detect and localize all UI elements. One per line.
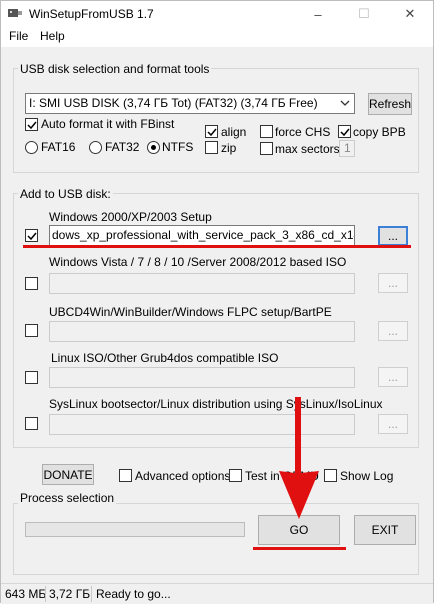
show-log-label: Show Log xyxy=(340,469,394,483)
entry-winxp-checkbox[interactable] xyxy=(25,229,38,242)
entry-winxp-browse-button[interactable]: ... xyxy=(378,226,408,246)
entry-syslinux-browse-button[interactable]: ... xyxy=(378,414,408,434)
entry-vista-path[interactable] xyxy=(49,273,355,294)
refresh-button[interactable]: Refresh xyxy=(368,93,412,115)
entry-linux-iso-checkbox[interactable] xyxy=(25,371,38,384)
show-log-checkbox[interactable] xyxy=(324,469,337,482)
test-qemu-checkbox[interactable] xyxy=(229,469,242,482)
entry-ubcd-browse-button[interactable]: ... xyxy=(378,321,408,341)
radio-selected-dot xyxy=(151,145,156,150)
close-icon: ✕ xyxy=(404,6,416,21)
exit-button[interactable]: EXIT xyxy=(354,515,416,545)
window-title: WinSetupFromUSB 1.7 xyxy=(29,7,154,21)
force-chs-label: force CHS xyxy=(275,125,331,139)
donate-button[interactable]: DONATE xyxy=(42,464,94,485)
red-underline-annotation xyxy=(23,245,411,248)
entry-ubcd-checkbox[interactable] xyxy=(25,324,38,337)
entry-vista-label: Windows Vista / 7 / 8 / 10 /Server 2008/… xyxy=(49,255,347,269)
max-sectors-label: max sectors xyxy=(275,142,340,156)
auto-format-checkbox[interactable] xyxy=(25,118,38,131)
copy-bpb-label: copy BPB xyxy=(353,125,406,139)
usb-disk-value: I: SMI USB DISK (3,74 ГБ Tot) (FAT32) (3… xyxy=(29,96,318,110)
status-bar: 643 МБ 3,72 ГБ Ready to go... xyxy=(1,583,433,604)
entry-ubcd-path[interactable] xyxy=(49,321,355,342)
menu-help[interactable]: Help xyxy=(40,29,65,43)
status-message: Ready to go... xyxy=(96,587,171,601)
close-button[interactable]: ✕ xyxy=(387,1,433,27)
fat32-radio[interactable] xyxy=(89,141,102,154)
entry-linux-iso-path[interactable] xyxy=(49,367,355,388)
force-chs-checkbox[interactable] xyxy=(260,125,273,138)
fat32-label: FAT32 xyxy=(105,140,140,154)
entry-linux-iso-browse-button[interactable]: ... xyxy=(378,367,408,387)
status-separator xyxy=(45,586,46,602)
max-sectors-input[interactable]: 1 xyxy=(339,140,355,157)
ntfs-label: NTFS xyxy=(162,140,194,154)
copy-bpb-checkbox[interactable] xyxy=(338,125,351,138)
entry-winxp-path[interactable]: dows_xp_professional_with_service_pack_3… xyxy=(49,225,355,246)
align-checkbox[interactable] xyxy=(205,125,218,138)
minimize-button[interactable]: – xyxy=(295,1,341,27)
title-bar: WinSetupFromUSB 1.7 – ☐ ✕ xyxy=(1,1,433,27)
maximize-icon: ☐ xyxy=(358,6,370,21)
advanced-options-label: Advanced options xyxy=(135,469,231,483)
status-free-space: 643 МБ xyxy=(5,587,47,601)
entry-vista-browse-button[interactable]: ... xyxy=(378,273,408,293)
entry-syslinux-checkbox[interactable] xyxy=(25,417,38,430)
status-separator xyxy=(91,586,92,602)
progress-bar xyxy=(25,522,245,537)
app-window: WinSetupFromUSB 1.7 – ☐ ✕ File Help USB … xyxy=(0,0,434,604)
checkmark-icon xyxy=(27,121,37,130)
usb-app-icon xyxy=(8,9,22,17)
zip-checkbox[interactable] xyxy=(205,141,218,154)
fat16-radio[interactable] xyxy=(25,141,38,154)
zip-label: zip xyxy=(221,141,237,155)
usb-disk-select[interactable]: I: SMI USB DISK (3,74 ГБ Tot) (FAT32) (3… xyxy=(25,93,355,114)
checkmark-icon xyxy=(207,128,217,137)
ntfs-radio[interactable] xyxy=(147,141,160,154)
entry-linux-iso-label: Linux ISO/Other Grub4dos compatible ISO xyxy=(51,351,279,365)
minimize-icon: – xyxy=(314,6,322,22)
usb-disk-group-label: USB disk selection and format tools xyxy=(18,62,212,76)
entry-winxp-label: Windows 2000/XP/2003 Setup xyxy=(49,210,212,224)
red-arrow-annotation xyxy=(279,397,319,519)
red-underline-annotation xyxy=(253,547,346,550)
chevron-down-icon xyxy=(340,100,350,106)
max-sectors-checkbox[interactable] xyxy=(260,142,273,155)
add-to-usb-group-label: Add to USB disk: xyxy=(18,187,113,201)
menu-file[interactable]: File xyxy=(9,29,28,43)
align-label: align xyxy=(221,125,247,139)
status-total-size: 3,72 ГБ xyxy=(49,587,91,601)
process-selection-label: Process selection xyxy=(18,491,117,505)
entry-vista-checkbox[interactable] xyxy=(25,277,38,290)
advanced-options-checkbox[interactable] xyxy=(119,469,132,482)
fat16-label: FAT16 xyxy=(41,140,76,154)
checkmark-icon xyxy=(27,232,37,241)
checkmark-icon xyxy=(340,128,350,137)
entry-ubcd-label: UBCD4Win/WinBuilder/Windows FLPC setup/B… xyxy=(49,305,332,319)
auto-format-label: Auto format it with FBinst xyxy=(41,117,175,131)
entry-syslinux-label: SysLinux bootsector/Linux distribution u… xyxy=(49,397,383,411)
maximize-button[interactable]: ☐ xyxy=(341,1,387,27)
menu-bar: File Help xyxy=(1,27,433,47)
